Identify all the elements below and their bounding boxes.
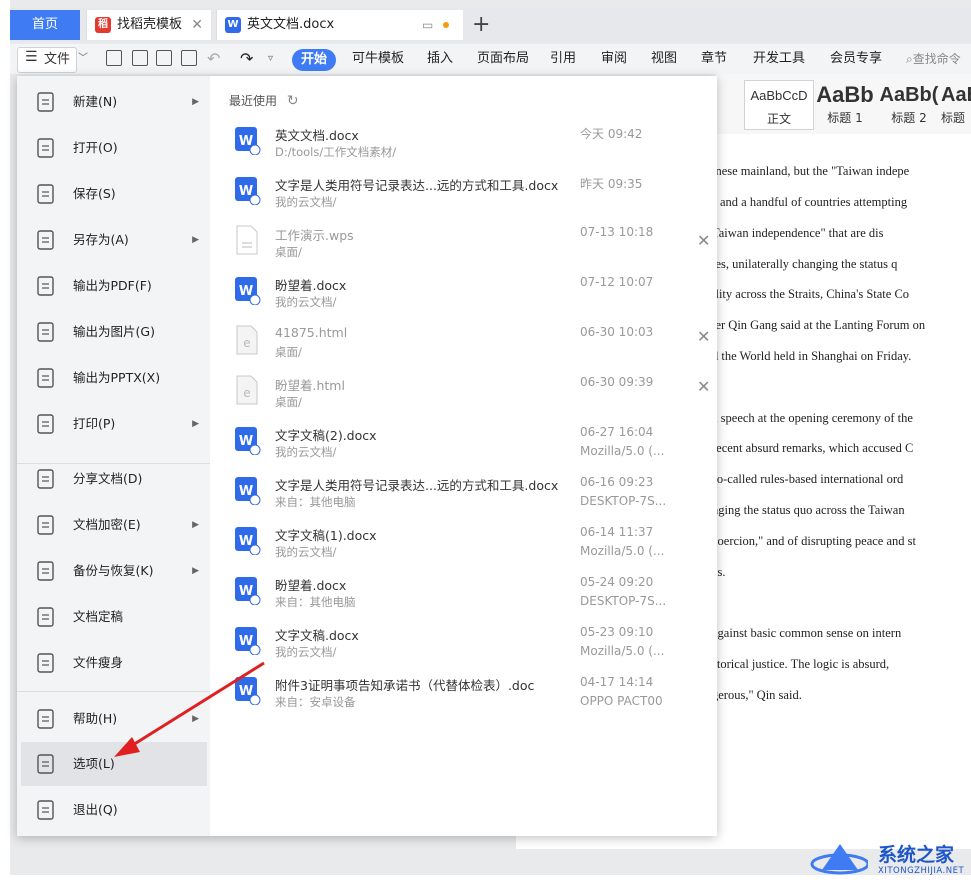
red-arrow-annotation [114,661,265,757]
watermark: 系统之家 XITONGZHIJIA.NET [808,838,971,885]
watermark-title: 系统之家 [878,844,955,866]
watermark-logo-icon [810,844,868,875]
watermark-url: XITONGZHIJIA.NET [878,866,965,876]
arrow-shaft [127,661,265,750]
arrow-head [114,737,140,757]
